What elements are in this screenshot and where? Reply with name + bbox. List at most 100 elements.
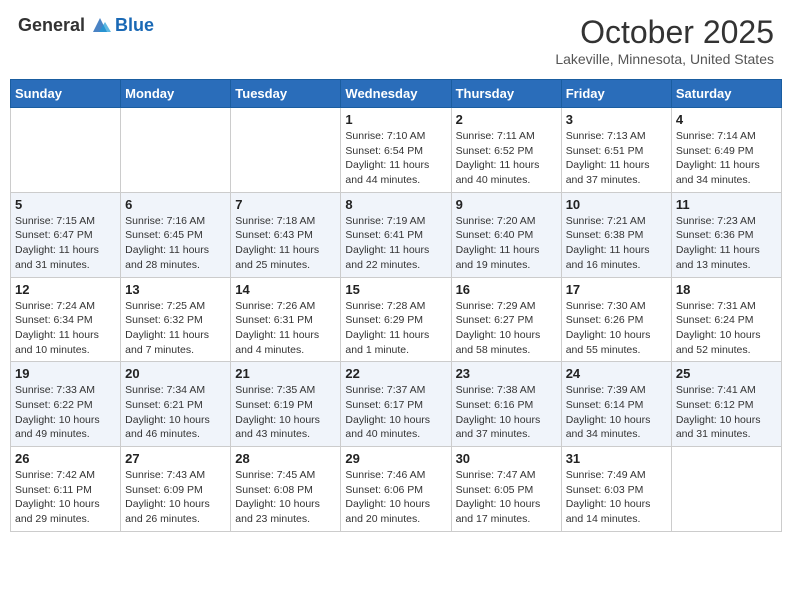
calendar-cell: 29 Sunrise: 7:46 AMSunset: 6:06 PMDayligh… bbox=[341, 447, 451, 532]
calendar-week-1: 1 Sunrise: 7:10 AMSunset: 6:54 PMDaylight… bbox=[11, 108, 782, 193]
calendar-cell: 31 Sunrise: 7:49 AMSunset: 6:03 PMDayligh… bbox=[561, 447, 671, 532]
calendar-cell: 10Sunrise: 7:21 AMSunset: 6:38 PMDayligh… bbox=[561, 192, 671, 277]
day-number: 25 bbox=[676, 366, 777, 381]
day-info: Sunrise: 7:46 AMSunset: 6:06 PMDaylight:… bbox=[345, 468, 446, 527]
day-info: Sunrise: 7:28 AMSunset: 6:29 PMDaylight:… bbox=[345, 299, 446, 358]
calendar-cell: 18 Sunrise: 7:31 AMSunset: 6:24 PMDayligh… bbox=[671, 277, 781, 362]
day-number: 8 bbox=[345, 197, 446, 212]
day-info: Sunrise: 7:49 AMSunset: 6:03 PMDaylight:… bbox=[566, 468, 667, 527]
calendar-cell bbox=[11, 108, 121, 193]
day-number: 26 bbox=[15, 451, 116, 466]
day-info: Sunrise: 7:20 AMSunset: 6:40 PMDaylight:… bbox=[456, 214, 557, 273]
calendar-cell: 4 Sunrise: 7:14 AMSunset: 6:49 PMDaylight… bbox=[671, 108, 781, 193]
weekday-header-thursday: Thursday bbox=[451, 80, 561, 108]
calendar-cell: 22Sunrise: 7:37 AMSunset: 6:17 PMDayligh… bbox=[341, 362, 451, 447]
calendar-cell: 27Sunrise: 7:43 AMSunset: 6:09 PMDayligh… bbox=[121, 447, 231, 532]
calendar-cell: 1 Sunrise: 7:10 AMSunset: 6:54 PMDaylight… bbox=[341, 108, 451, 193]
calendar-cell: 9 Sunrise: 7:20 AMSunset: 6:40 PMDaylight… bbox=[451, 192, 561, 277]
day-info: Sunrise: 7:18 AMSunset: 6:43 PMDaylight:… bbox=[235, 214, 336, 273]
weekday-header-monday: Monday bbox=[121, 80, 231, 108]
day-number: 22 bbox=[345, 366, 446, 381]
logo-blue: Blue bbox=[115, 15, 154, 36]
day-number: 4 bbox=[676, 112, 777, 127]
day-number: 19 bbox=[15, 366, 116, 381]
day-info: Sunrise: 7:38 AMSunset: 6:16 PMDaylight:… bbox=[456, 383, 557, 442]
day-info: Sunrise: 7:45 AMSunset: 6:08 PMDaylight:… bbox=[235, 468, 336, 527]
calendar-cell: 2Sunrise: 7:11 AMSunset: 6:52 PMDaylight… bbox=[451, 108, 561, 193]
calendar-cell: 28 Sunrise: 7:45 AMSunset: 6:08 PMDayligh… bbox=[231, 447, 341, 532]
day-number: 21 bbox=[235, 366, 336, 381]
day-info: Sunrise: 7:29 AMSunset: 6:27 PMDaylight:… bbox=[456, 299, 557, 358]
day-info: Sunrise: 7:24 AMSunset: 6:34 PMDaylight:… bbox=[15, 299, 116, 358]
day-number: 6 bbox=[125, 197, 226, 212]
calendar-cell: 7 Sunrise: 7:18 AMSunset: 6:43 PMDaylight… bbox=[231, 192, 341, 277]
day-number: 24 bbox=[566, 366, 667, 381]
calendar-cell: 3 Sunrise: 7:13 AMSunset: 6:51 PMDaylight… bbox=[561, 108, 671, 193]
day-info: Sunrise: 7:31 AMSunset: 6:24 PMDaylight:… bbox=[676, 299, 777, 358]
day-info: Sunrise: 7:10 AMSunset: 6:54 PMDaylight:… bbox=[345, 129, 446, 188]
day-info: Sunrise: 7:15 AMSunset: 6:47 PMDaylight:… bbox=[15, 214, 116, 273]
day-info: Sunrise: 7:42 AMSunset: 6:11 PMDaylight:… bbox=[15, 468, 116, 527]
day-info: Sunrise: 7:13 AMSunset: 6:51 PMDaylight:… bbox=[566, 129, 667, 188]
day-number: 9 bbox=[456, 197, 557, 212]
day-number: 18 bbox=[676, 282, 777, 297]
calendar-cell: 14 Sunrise: 7:26 AMSunset: 6:31 PMDayligh… bbox=[231, 277, 341, 362]
logo: General Blue bbox=[18, 14, 154, 36]
day-info: Sunrise: 7:19 AMSunset: 6:41 PMDaylight:… bbox=[345, 214, 446, 273]
calendar-cell: 13 Sunrise: 7:25 AMSunset: 6:32 PMDayligh… bbox=[121, 277, 231, 362]
day-info: Sunrise: 7:39 AMSunset: 6:14 PMDaylight:… bbox=[566, 383, 667, 442]
day-number: 28 bbox=[235, 451, 336, 466]
title-block: October 2025 Lakeville, Minnesota, Unite… bbox=[555, 14, 774, 67]
day-info: Sunrise: 7:25 AMSunset: 6:32 PMDaylight:… bbox=[125, 299, 226, 358]
calendar-cell: 8 Sunrise: 7:19 AMSunset: 6:41 PMDaylight… bbox=[341, 192, 451, 277]
weekday-header-row: SundayMondayTuesdayWednesdayThursdayFrid… bbox=[11, 80, 782, 108]
day-number: 13 bbox=[125, 282, 226, 297]
day-info: Sunrise: 7:41 AMSunset: 6:12 PMDaylight:… bbox=[676, 383, 777, 442]
day-info: Sunrise: 7:14 AMSunset: 6:49 PMDaylight:… bbox=[676, 129, 777, 188]
calendar-cell: 15 Sunrise: 7:28 AMSunset: 6:29 PMDayligh… bbox=[341, 277, 451, 362]
calendar-week-2: 5 Sunrise: 7:15 AMSunset: 6:47 PMDaylight… bbox=[11, 192, 782, 277]
calendar-cell: 30Sunrise: 7:47 AMSunset: 6:05 PMDayligh… bbox=[451, 447, 561, 532]
day-number: 11 bbox=[676, 197, 777, 212]
day-number: 3 bbox=[566, 112, 667, 127]
calendar-week-4: 19 Sunrise: 7:33 AMSunset: 6:22 PMDayligh… bbox=[11, 362, 782, 447]
day-info: Sunrise: 7:34 AMSunset: 6:21 PMDaylight:… bbox=[125, 383, 226, 442]
logo-icon bbox=[89, 14, 111, 36]
day-number: 23 bbox=[456, 366, 557, 381]
calendar-week-3: 12 Sunrise: 7:24 AMSunset: 6:34 PMDayligh… bbox=[11, 277, 782, 362]
weekday-header-sunday: Sunday bbox=[11, 80, 121, 108]
weekday-header-wednesday: Wednesday bbox=[341, 80, 451, 108]
day-number: 16 bbox=[456, 282, 557, 297]
calendar-cell bbox=[121, 108, 231, 193]
day-info: Sunrise: 7:35 AMSunset: 6:19 PMDaylight:… bbox=[235, 383, 336, 442]
calendar-table: SundayMondayTuesdayWednesdayThursdayFrid… bbox=[10, 79, 782, 532]
day-info: Sunrise: 7:43 AMSunset: 6:09 PMDaylight:… bbox=[125, 468, 226, 527]
calendar-cell: 26 Sunrise: 7:42 AMSunset: 6:11 PMDayligh… bbox=[11, 447, 121, 532]
day-number: 1 bbox=[345, 112, 446, 127]
calendar-cell: 6Sunrise: 7:16 AMSunset: 6:45 PMDaylight… bbox=[121, 192, 231, 277]
calendar-cell: 20 Sunrise: 7:34 AMSunset: 6:21 PMDayligh… bbox=[121, 362, 231, 447]
calendar-cell: 11Sunrise: 7:23 AMSunset: 6:36 PMDayligh… bbox=[671, 192, 781, 277]
weekday-header-tuesday: Tuesday bbox=[231, 80, 341, 108]
day-info: Sunrise: 7:26 AMSunset: 6:31 PMDaylight:… bbox=[235, 299, 336, 358]
month-title: October 2025 bbox=[555, 14, 774, 51]
day-number: 31 bbox=[566, 451, 667, 466]
day-number: 15 bbox=[345, 282, 446, 297]
day-number: 7 bbox=[235, 197, 336, 212]
day-number: 5 bbox=[15, 197, 116, 212]
location: Lakeville, Minnesota, United States bbox=[555, 51, 774, 67]
calendar-cell: 25 Sunrise: 7:41 AMSunset: 6:12 PMDayligh… bbox=[671, 362, 781, 447]
day-number: 29 bbox=[345, 451, 446, 466]
day-number: 17 bbox=[566, 282, 667, 297]
day-number: 14 bbox=[235, 282, 336, 297]
weekday-header-saturday: Saturday bbox=[671, 80, 781, 108]
day-number: 12 bbox=[15, 282, 116, 297]
day-number: 2 bbox=[456, 112, 557, 127]
logo-general: General bbox=[18, 15, 85, 36]
calendar-cell: 17Sunrise: 7:30 AMSunset: 6:26 PMDayligh… bbox=[561, 277, 671, 362]
weekday-header-friday: Friday bbox=[561, 80, 671, 108]
calendar-week-5: 26 Sunrise: 7:42 AMSunset: 6:11 PMDayligh… bbox=[11, 447, 782, 532]
day-info: Sunrise: 7:21 AMSunset: 6:38 PMDaylight:… bbox=[566, 214, 667, 273]
day-number: 20 bbox=[125, 366, 226, 381]
day-info: Sunrise: 7:33 AMSunset: 6:22 PMDaylight:… bbox=[15, 383, 116, 442]
